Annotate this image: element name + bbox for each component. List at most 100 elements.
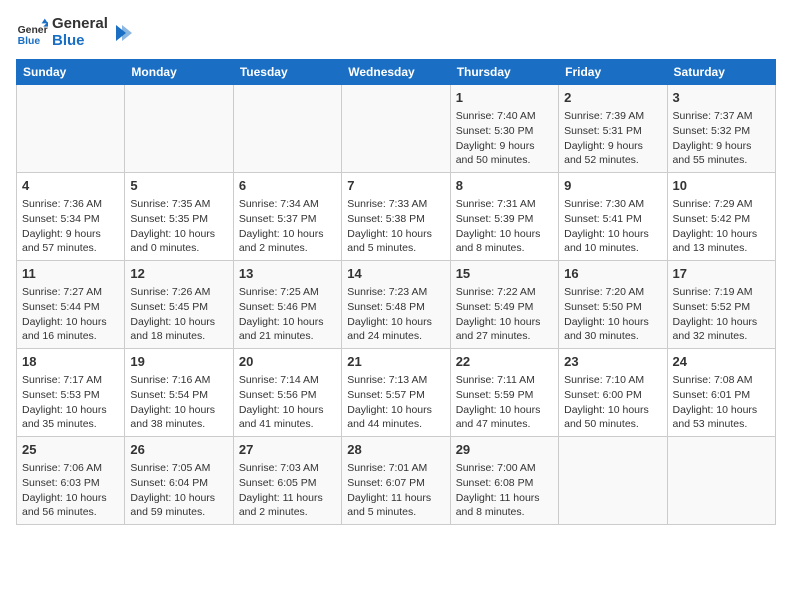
day-info: Sunset: 5:56 PM xyxy=(239,388,336,403)
day-info: Daylight: 9 hours xyxy=(22,227,119,242)
calendar-cell: 4Sunrise: 7:36 AMSunset: 5:34 PMDaylight… xyxy=(17,173,125,261)
day-info: Daylight: 10 hours xyxy=(130,403,227,418)
day-info: Sunrise: 7:03 AM xyxy=(239,461,336,476)
calendar-body: 1Sunrise: 7:40 AMSunset: 5:30 PMDaylight… xyxy=(17,85,776,525)
day-number: 14 xyxy=(347,265,444,283)
day-info: Daylight: 10 hours xyxy=(564,227,661,242)
day-info: Sunrise: 7:37 AM xyxy=(673,109,770,124)
calendar-cell: 18Sunrise: 7:17 AMSunset: 5:53 PMDayligh… xyxy=(17,349,125,437)
day-info: and 56 minutes. xyxy=(22,505,119,520)
day-info: Sunrise: 7:14 AM xyxy=(239,373,336,388)
day-info: Sunrise: 7:33 AM xyxy=(347,197,444,212)
day-info: Daylight: 9 hours xyxy=(564,139,661,154)
day-number: 18 xyxy=(22,353,119,371)
day-number: 15 xyxy=(456,265,553,283)
calendar-cell: 9Sunrise: 7:30 AMSunset: 5:41 PMDaylight… xyxy=(559,173,667,261)
day-info: Daylight: 10 hours xyxy=(673,403,770,418)
day-info: Sunrise: 7:01 AM xyxy=(347,461,444,476)
day-info: and 53 minutes. xyxy=(673,417,770,432)
day-info: and 16 minutes. xyxy=(22,329,119,344)
day-info: Daylight: 10 hours xyxy=(239,403,336,418)
day-info: and 5 minutes. xyxy=(347,241,444,256)
day-number: 6 xyxy=(239,177,336,195)
day-info: and 44 minutes. xyxy=(347,417,444,432)
calendar-cell: 12Sunrise: 7:26 AMSunset: 5:45 PMDayligh… xyxy=(125,261,233,349)
calendar-cell: 6 Sunrise: 7:34 AMSunset: 5:37 PMDaylight… xyxy=(233,173,341,261)
calendar-cell: 14Sunrise: 7:23 AMSunset: 5:48 PMDayligh… xyxy=(342,261,450,349)
day-info: Sunrise: 7:34 AM xyxy=(239,197,336,212)
calendar-cell: 3Sunrise: 7:37 AMSunset: 5:32 PMDaylight… xyxy=(667,85,775,173)
day-number: 27 xyxy=(239,441,336,459)
day-info: and 13 minutes. xyxy=(673,241,770,256)
week-row-1: 1Sunrise: 7:40 AMSunset: 5:30 PMDaylight… xyxy=(17,85,776,173)
day-number: 23 xyxy=(564,353,661,371)
day-info: Daylight: 10 hours xyxy=(456,403,553,418)
day-number: 16 xyxy=(564,265,661,283)
day-info: Sunrise: 7:36 AM xyxy=(22,197,119,212)
calendar-cell: 20 Sunrise: 7:14 AMSunset: 5:56 PMDayligh… xyxy=(233,349,341,437)
day-info: Sunset: 5:50 PM xyxy=(564,300,661,315)
day-number: 24 xyxy=(673,353,770,371)
day-number: 3 xyxy=(673,89,770,107)
day-info: Sunset: 5:37 PM xyxy=(239,212,336,227)
day-info: Daylight: 9 hours xyxy=(673,139,770,154)
day-number: 13 xyxy=(239,265,336,283)
day-header-tuesday: Tuesday xyxy=(233,60,341,85)
day-info: Daylight: 11 hours xyxy=(347,491,444,506)
day-info: and 0 minutes. xyxy=(130,241,227,256)
logo-icon: General Blue xyxy=(16,17,48,49)
day-number: 28 xyxy=(347,441,444,459)
day-info: Daylight: 10 hours xyxy=(347,315,444,330)
day-header-sunday: Sunday xyxy=(17,60,125,85)
day-info: Sunrise: 7:11 AM xyxy=(456,373,553,388)
day-info: Sunrise: 7:29 AM xyxy=(673,197,770,212)
week-row-4: 18 Sunrise: 7:17 AMSunset: 5:53 PM Dayligh… xyxy=(17,349,776,437)
logo-arrow-icon xyxy=(112,23,132,43)
day-info: and 38 minutes. xyxy=(130,417,227,432)
calendar-cell: 7Sunrise: 7:33 AMSunset: 5:38 PMDaylight… xyxy=(342,173,450,261)
calendar-cell: 17Sunrise: 7:19 AMSunset: 5:52 PMDayligh… xyxy=(667,261,775,349)
calendar-cell: 22Sunrise: 7:11 AMSunset: 5:59 PMDayligh… xyxy=(450,349,558,437)
day-info: and 59 minutes. xyxy=(130,505,227,520)
day-info: Sunset: 5:53 PM xyxy=(22,388,119,403)
day-info: Sunrise: 7:16 AM xyxy=(130,373,227,388)
calendar-cell: 26Sunrise: 7:05 AMSunset: 6:04 PMDayligh… xyxy=(125,437,233,525)
day-info: Sunrise: 7:17 AM xyxy=(22,373,119,388)
day-number: 22 xyxy=(456,353,553,371)
day-info: and 52 minutes. xyxy=(564,153,661,168)
calendar-cell: 23Sunrise: 7:10 AMSunset: 6:00 PMDayligh… xyxy=(559,349,667,437)
calendar-cell: 10Sunrise: 7:29 AMSunset: 5:42 PMDayligh… xyxy=(667,173,775,261)
day-info: Sunrise: 7:19 AM xyxy=(673,285,770,300)
day-info: Sunrise: 7:30 AM xyxy=(564,197,661,212)
week-row-5: 25Sunrise: 7:06 AMSunset: 6:03 PMDayligh… xyxy=(17,437,776,525)
day-info: and 50 minutes. xyxy=(564,417,661,432)
day-info: Sunset: 5:45 PM xyxy=(130,300,227,315)
calendar-cell xyxy=(667,437,775,525)
day-header-monday: Monday xyxy=(125,60,233,85)
day-number: 20 xyxy=(239,353,336,371)
day-info: Sunrise: 7:10 AM xyxy=(564,373,661,388)
day-header-friday: Friday xyxy=(559,60,667,85)
calendar-cell: 28Sunrise: 7:01 AMSunset: 6:07 PMDayligh… xyxy=(342,437,450,525)
calendar-cell xyxy=(17,85,125,173)
calendar-cell: 29Sunrise: 7:00 AMSunset: 6:08 PMDayligh… xyxy=(450,437,558,525)
calendar-cell: 15Sunrise: 7:22 AMSunset: 5:49 PMDayligh… xyxy=(450,261,558,349)
day-info: Daylight: 10 hours xyxy=(239,227,336,242)
day-header-saturday: Saturday xyxy=(667,60,775,85)
day-number: 12 xyxy=(130,265,227,283)
calendar-table: SundayMondayTuesdayWednesdayThursdayFrid… xyxy=(16,59,776,525)
day-info: and 8 minutes. xyxy=(456,505,553,520)
day-info: Sunset: 5:30 PM xyxy=(456,124,553,139)
day-info: Sunset: 5:38 PM xyxy=(347,212,444,227)
page-header: General Blue General Blue xyxy=(16,16,776,49)
day-info: Daylight: 10 hours xyxy=(673,227,770,242)
day-info: Sunrise: 7:31 AM xyxy=(456,197,553,212)
day-info: Sunset: 5:52 PM xyxy=(673,300,770,315)
day-info: Sunset: 5:44 PM xyxy=(22,300,119,315)
day-number: 7 xyxy=(347,177,444,195)
day-info: Sunset: 5:54 PM xyxy=(130,388,227,403)
svg-text:Blue: Blue xyxy=(18,36,41,47)
calendar-cell xyxy=(342,85,450,173)
day-info: Sunset: 5:57 PM xyxy=(347,388,444,403)
day-info: Sunset: 5:49 PM xyxy=(456,300,553,315)
